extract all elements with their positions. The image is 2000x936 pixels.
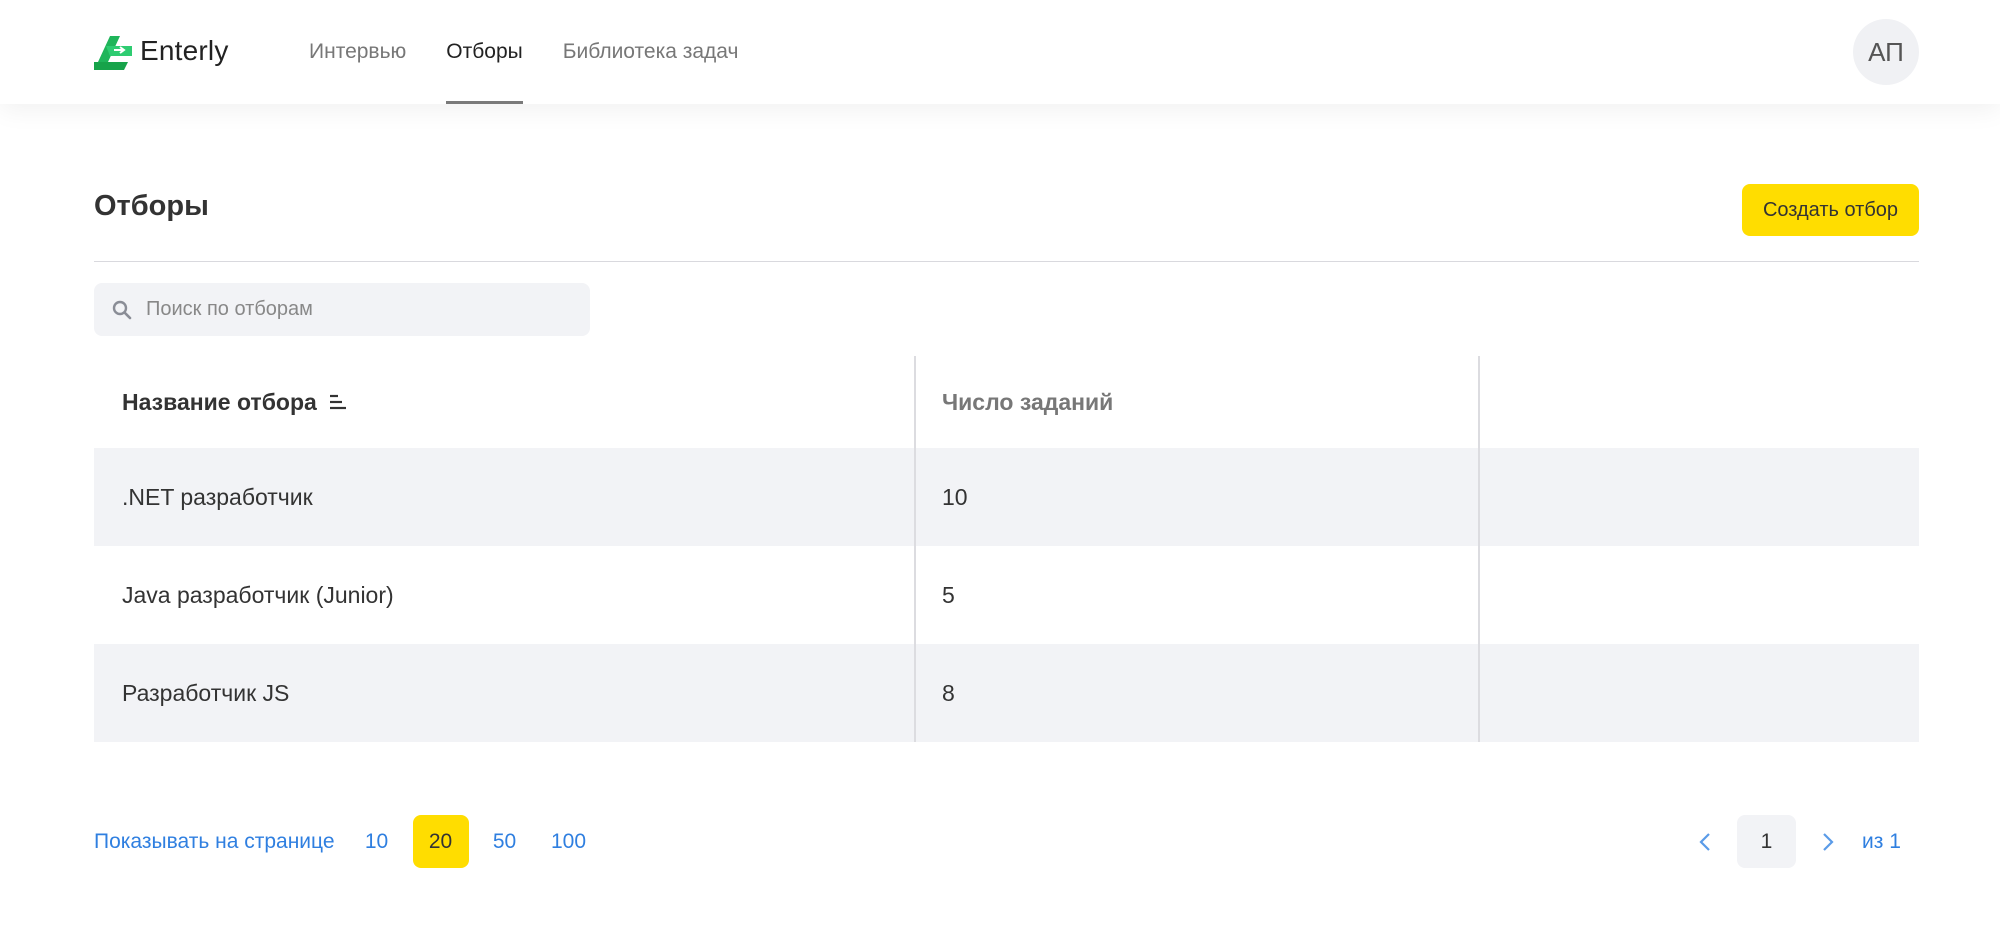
chevron-right-icon — [1823, 832, 1834, 851]
row-actions — [1480, 448, 1919, 546]
main-nav: Интервью Отборы Библиотека задач — [309, 0, 778, 104]
table-row[interactable]: Java разработчик (Junior) 5 — [94, 546, 1919, 644]
table-row[interactable]: Разработчик JS 8 — [94, 644, 1919, 742]
user-avatar[interactable]: АП — [1853, 19, 1919, 85]
top-navbar: Enterly Интервью Отборы Библиотека задач… — [0, 0, 2000, 104]
nav-selections[interactable]: Отборы — [446, 0, 524, 104]
page-size-label: Показывать на странице — [94, 829, 335, 853]
selections-table: Название отбора Число заданий .NET разра… — [94, 356, 1919, 742]
task-count: 8 — [916, 644, 1480, 742]
nav-task-library[interactable]: Библиотека задач — [563, 0, 739, 104]
enterly-logo-icon — [94, 36, 132, 70]
search-box[interactable] — [94, 283, 590, 336]
brand-logo[interactable]: Enterly — [94, 32, 229, 70]
selection-name[interactable]: .NET разработчик — [94, 448, 916, 546]
next-page-button[interactable] — [1808, 815, 1848, 868]
table-row[interactable]: .NET разработчик 10 — [94, 448, 1919, 546]
search-icon — [112, 300, 132, 319]
pagination: 1 из 1 — [1685, 815, 1901, 868]
task-count: 10 — [916, 448, 1480, 546]
search-input[interactable] — [144, 297, 568, 322]
sort-icon[interactable] — [329, 392, 347, 412]
total-pages-label: из 1 — [1862, 829, 1901, 853]
column-header-name[interactable]: Название отбора — [94, 356, 916, 448]
chevron-left-icon — [1699, 832, 1710, 851]
column-header-actions — [1480, 356, 1919, 448]
current-page[interactable]: 1 — [1737, 815, 1796, 868]
nav-interviews[interactable]: Интервью — [309, 0, 406, 104]
selection-name[interactable]: Разработчик JS — [94, 644, 916, 742]
page-size-option-50[interactable]: 50 — [477, 815, 533, 868]
page-title: Отборы — [94, 190, 209, 222]
selection-name[interactable]: Java разработчик (Junior) — [94, 546, 916, 644]
column-header-task-count[interactable]: Число заданий — [916, 356, 1480, 448]
page-size-selector: Показывать на странице 10 20 50 100 — [94, 815, 605, 868]
page-size-option-20[interactable]: 20 — [412, 815, 469, 868]
row-actions — [1480, 546, 1919, 644]
brand-name: Enterly — [140, 35, 229, 66]
task-count: 5 — [916, 546, 1480, 644]
prev-page-button[interactable] — [1685, 815, 1725, 868]
page-size-option-10[interactable]: 10 — [349, 815, 405, 868]
create-selection-button[interactable]: Создать отбор — [1742, 184, 1919, 236]
table-header-row: Название отбора Число заданий — [94, 356, 1919, 448]
row-actions — [1480, 644, 1919, 742]
column-header-name-label: Название отбора — [122, 388, 317, 415]
page-size-option-100[interactable]: 100 — [541, 815, 597, 868]
title-divider — [94, 261, 1919, 262]
